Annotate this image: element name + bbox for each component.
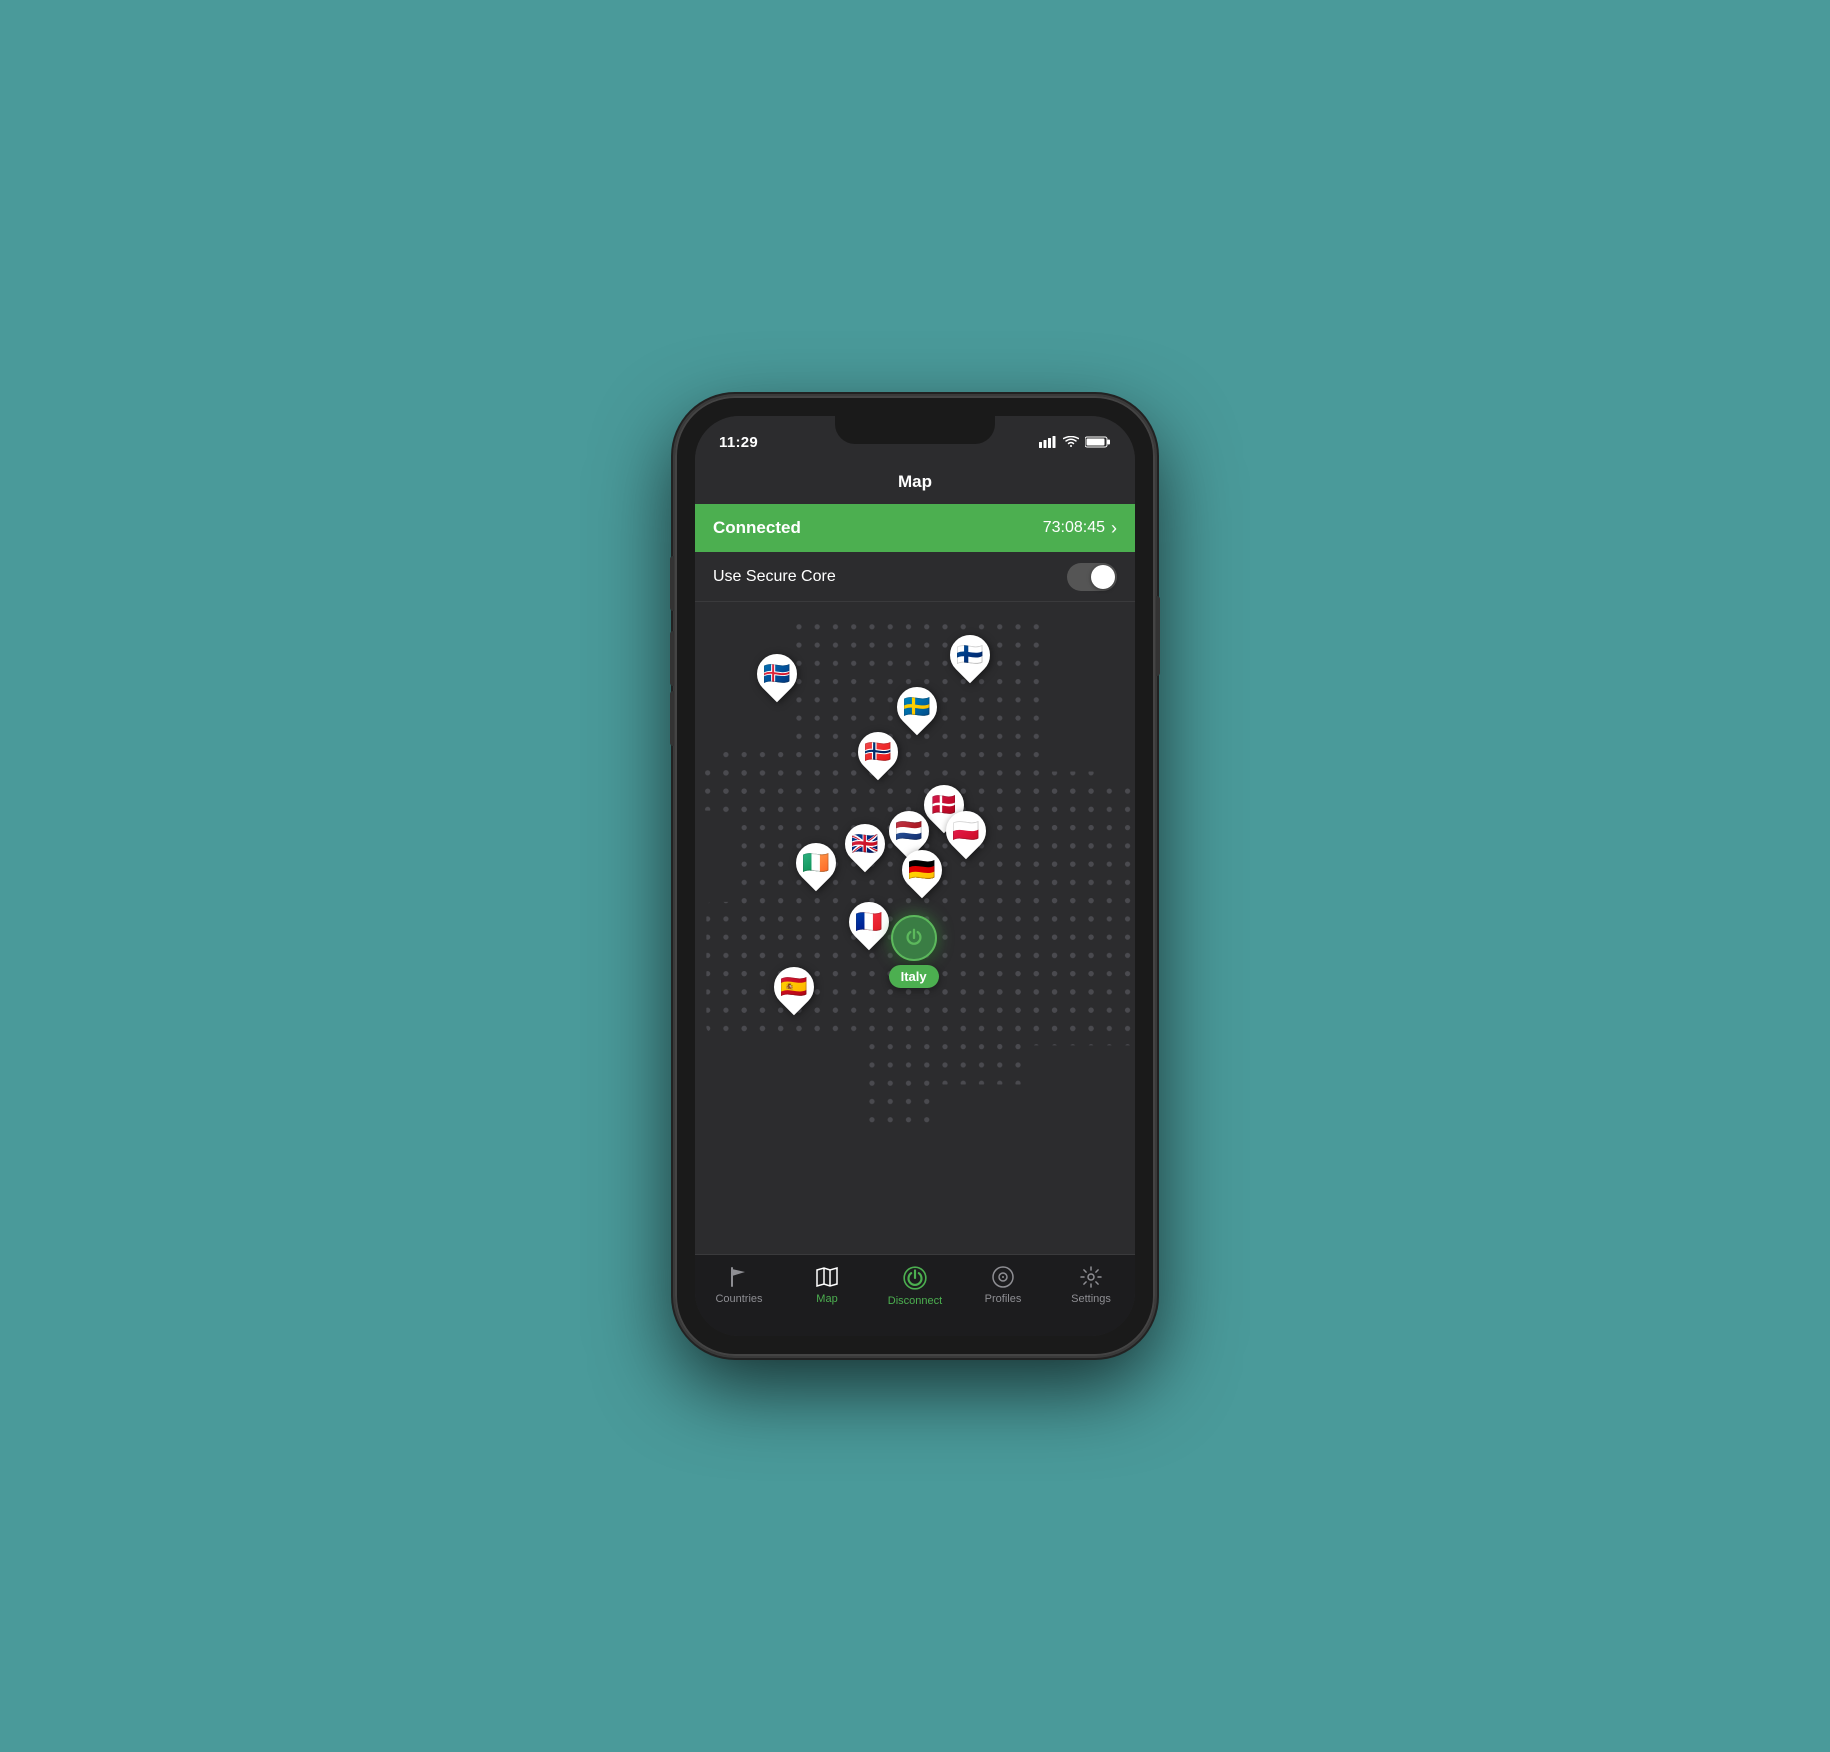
tab-disconnect-label: Disconnect: [888, 1295, 942, 1307]
tab-settings[interactable]: Settings: [1051, 1265, 1131, 1305]
pin-netherlands[interactable]: 🇳🇱: [889, 811, 929, 851]
pin-norway[interactable]: 🇳🇴: [858, 732, 898, 772]
phone-shell: 11:29: [675, 396, 1155, 1356]
map-icon: [815, 1265, 839, 1289]
pin-spain[interactable]: 🇪🇸: [774, 967, 814, 1007]
pin-italy-active[interactable]: Italy: [889, 915, 939, 988]
screen: 11:29: [695, 416, 1135, 1336]
secure-core-row: Use Secure Core: [695, 552, 1135, 602]
connected-banner[interactable]: Connected 73:08:45 ›: [695, 504, 1135, 552]
chevron-right-icon: ›: [1111, 518, 1117, 539]
battery-icon: [1085, 436, 1111, 448]
connected-status: Connected: [713, 518, 801, 538]
pin-uk[interactable]: 🇬🇧: [845, 824, 885, 864]
tab-profiles[interactable]: Profiles: [963, 1265, 1043, 1305]
status-time: 11:29: [719, 434, 758, 451]
secure-core-label: Use Secure Core: [713, 568, 836, 586]
pin-ireland[interactable]: 🇮🇪: [796, 843, 836, 883]
secure-core-toggle[interactable]: [1067, 563, 1117, 591]
map-area: 🇮🇸 🇳🇴 🇸🇪 🇫🇮 🇩🇰: [695, 602, 1135, 1254]
toggle-knob: [1091, 565, 1115, 589]
pin-sweden[interactable]: 🇸🇪: [897, 687, 937, 727]
status-icons: [1039, 436, 1111, 448]
tab-countries[interactable]: Countries: [699, 1265, 779, 1305]
italy-power-button[interactable]: [891, 915, 937, 961]
nav-title: Map: [898, 472, 932, 492]
pin-germany[interactable]: 🇩🇪: [902, 850, 942, 890]
tab-disconnect[interactable]: Disconnect: [875, 1265, 955, 1307]
tab-map-label: Map: [816, 1293, 837, 1305]
wifi-icon: [1063, 436, 1079, 448]
profiles-icon: [991, 1265, 1015, 1289]
disconnect-icon: [902, 1265, 928, 1291]
tab-bar: Countries Map: [695, 1254, 1135, 1336]
italy-label: Italy: [889, 965, 939, 988]
app-content: 11:29: [695, 416, 1135, 1336]
pin-finland[interactable]: 🇫🇮: [950, 635, 990, 675]
signal-icon: [1039, 436, 1057, 448]
settings-icon: [1079, 1265, 1103, 1289]
tab-map[interactable]: Map: [787, 1265, 867, 1305]
flag-icon: [727, 1265, 751, 1289]
power-icon: [903, 927, 925, 949]
pin-poland[interactable]: 🇵🇱: [946, 811, 986, 851]
tab-profiles-label: Profiles: [985, 1293, 1022, 1305]
notch: [835, 416, 995, 444]
connection-timer: 73:08:45 ›: [1043, 518, 1117, 539]
tab-countries-label: Countries: [715, 1293, 762, 1305]
tab-settings-label: Settings: [1071, 1293, 1111, 1305]
pin-france[interactable]: 🇫🇷: [849, 902, 889, 942]
pin-iceland[interactable]: 🇮🇸: [757, 654, 797, 694]
